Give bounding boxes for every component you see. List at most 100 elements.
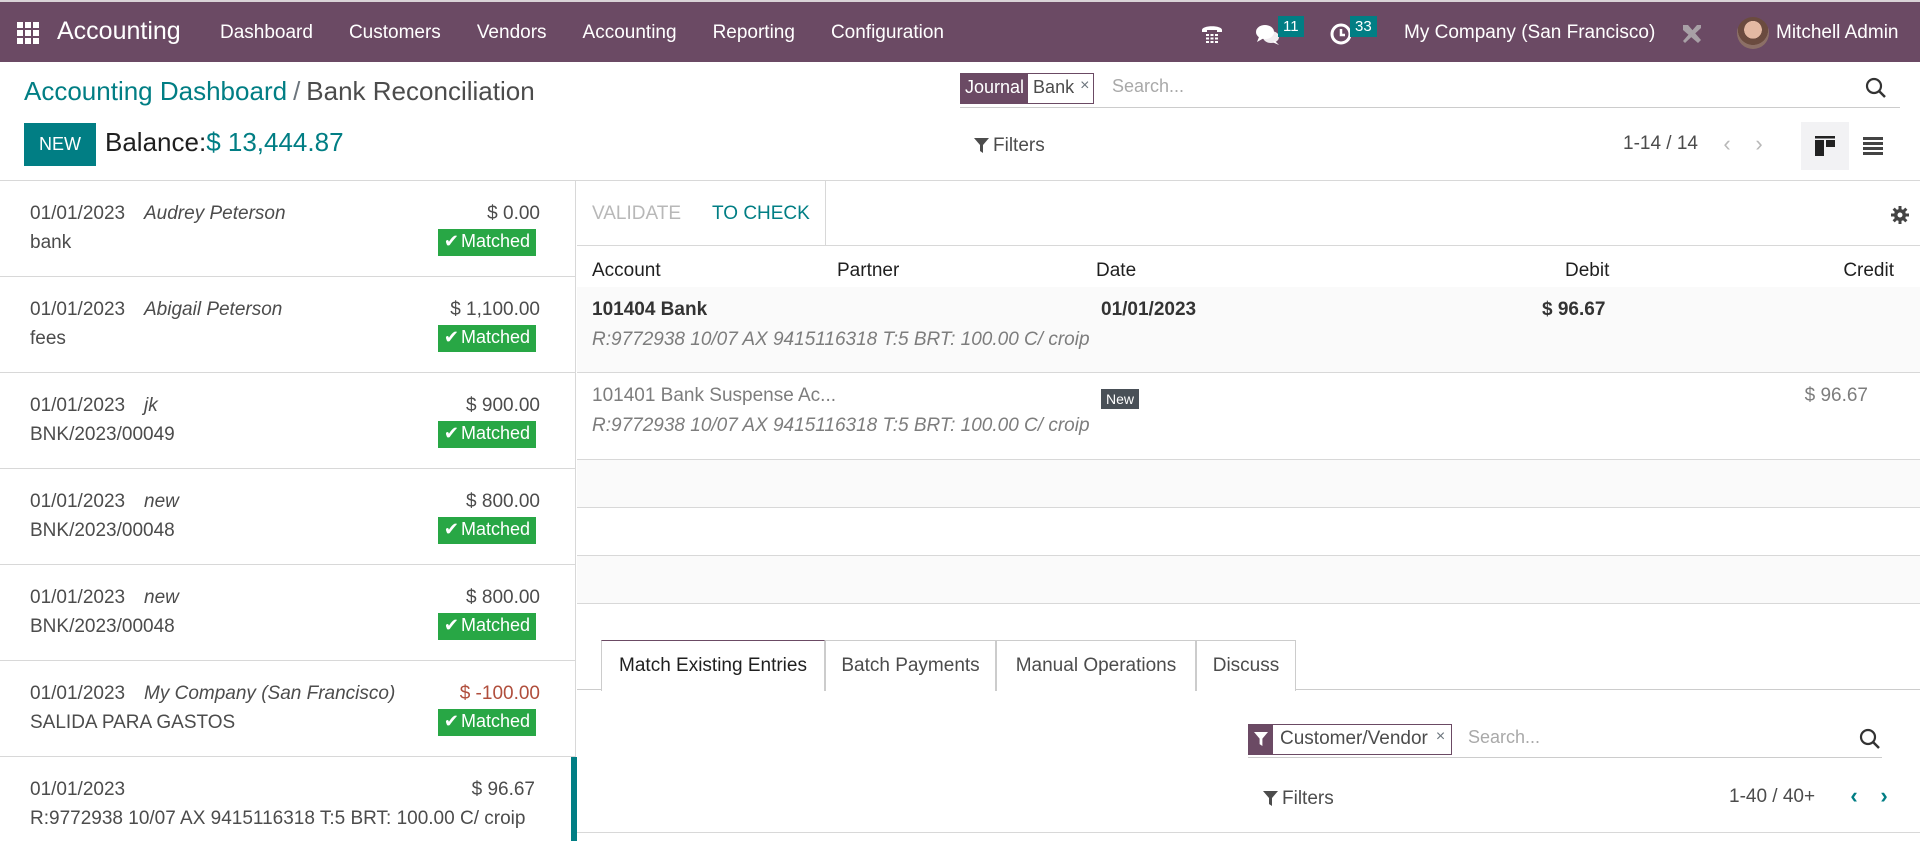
matched-label: Matched <box>460 423 530 443</box>
statement-line[interactable]: 01/01/2023 Abigail Peterson fees $ 1,100… <box>0 277 576 373</box>
line-date: 01/01/2023 <box>1101 299 1197 320</box>
gear-icon[interactable] <box>1890 205 1910 225</box>
to-check-button[interactable]: TO CHECK <box>712 203 810 225</box>
tab-discuss[interactable]: Discuss <box>1196 640 1296 691</box>
match-search-input[interactable] <box>1468 727 1848 748</box>
company-switcher[interactable]: My Company (San Francisco) <box>1404 22 1655 44</box>
action-bar: VALIDATE TO CHECK <box>577 181 1920 246</box>
matched-badge: ✔ Matched <box>437 229 536 256</box>
apps-grid-icon[interactable] <box>17 22 39 44</box>
search-facet-journal: Journal Bank × <box>960 73 1095 104</box>
statement-partner: new <box>144 491 179 512</box>
search-icon[interactable] <box>1864 76 1888 100</box>
statement-amount: $ 800.00 <box>466 491 540 512</box>
statement-amount: $ 96.67 <box>471 779 535 800</box>
menu-customers[interactable]: Customers <box>349 22 441 44</box>
validate-button[interactable]: VALIDATE <box>592 203 681 225</box>
matched-label: Matched <box>460 615 530 635</box>
new-button[interactable]: NEW <box>24 123 96 166</box>
balance-label: Balance: <box>105 127 207 157</box>
journal-line[interactable]: 101401 Bank Suspense Ac... R:9772938 10/… <box>577 373 1920 460</box>
facet-remove-icon[interactable]: × <box>1436 728 1445 754</box>
match-filters-button[interactable]: Filters <box>1263 788 1334 810</box>
match-pager-value[interactable]: 1-40 / 40+ <box>1729 786 1815 808</box>
column-account: Account <box>592 260 661 281</box>
statement-date: 01/01/2023 <box>30 587 126 608</box>
statement-amount: $ 800.00 <box>466 587 540 608</box>
search-facet-customer-vendor: Customer/Vendor × <box>1248 724 1453 755</box>
phone-icon[interactable] <box>1200 22 1224 46</box>
statement-line[interactable]: 01/01/2023 Audrey Peterson bank $ 0.00 ✔… <box>0 181 576 277</box>
empty-row <box>577 508 1920 556</box>
match-pager-next-button[interactable]: › <box>1873 782 1895 810</box>
matched-badge: ✔ Matched <box>437 517 536 544</box>
empty-row <box>577 556 1920 604</box>
line-debit: $ 96.67 <box>1542 299 1606 320</box>
filter-facet-icon <box>1249 725 1273 754</box>
matched-badge: ✔ Matched <box>437 613 536 640</box>
tab-match-existing-entries[interactable]: Match Existing Entries <box>601 640 825 691</box>
statement-line-list: 01/01/2023 Audrey Peterson bank $ 0.00 ✔… <box>0 181 577 841</box>
statement-line-selected[interactable]: 01/01/2023 R:9772938 10/07 AX 9415116318… <box>0 757 577 841</box>
menu-dashboard[interactable]: Dashboard <box>220 22 313 44</box>
pager-next-button[interactable]: › <box>1748 130 1770 158</box>
menu-configuration[interactable]: Configuration <box>831 22 944 44</box>
matched-badge: ✔ Matched <box>437 325 536 352</box>
kanban-view-button[interactable] <box>1801 122 1849 170</box>
reconciliation-detail: VALIDATE TO CHECK Account Partner Date D… <box>577 181 1920 841</box>
statement-date: 01/01/2023 <box>30 395 126 416</box>
check-icon: ✔ <box>443 423 459 443</box>
user-menu[interactable]: Mitchell Admin <box>1776 22 1899 44</box>
statement-date: 01/01/2023 <box>30 203 126 224</box>
match-pager-previous-button[interactable]: ‹ <box>1843 782 1865 810</box>
statement-reference: bank <box>30 232 72 253</box>
pager-previous-button[interactable]: ‹ <box>1716 130 1738 158</box>
statement-amount: $ 0.00 <box>487 203 540 224</box>
statement-amount: $ -100.00 <box>459 683 540 704</box>
balance-display: Balance:$ 13,444.87 <box>105 127 344 158</box>
pager-value[interactable]: 1-14 / 14 <box>1623 133 1698 155</box>
check-icon: ✔ <box>443 519 459 539</box>
kanban-view-icon <box>1815 136 1835 156</box>
list-view-button[interactable] <box>1849 122 1897 170</box>
filter-icon <box>974 138 989 153</box>
match-search-bar: Customer/Vendor × <box>1248 724 1882 758</box>
filter-icon <box>1263 791 1278 806</box>
menu-accounting[interactable]: Accounting <box>583 22 677 44</box>
facet-label: Journal <box>961 74 1029 103</box>
check-icon: ✔ <box>443 231 459 251</box>
breadcrumb-accounting-dashboard[interactable]: Accounting Dashboard <box>24 76 287 106</box>
menu-vendors[interactable]: Vendors <box>477 22 547 44</box>
statement-line[interactable]: 01/01/2023 jk BNK/2023/00049 $ 900.00 ✔ M… <box>0 373 576 469</box>
statement-date: 01/01/2023 <box>30 683 126 704</box>
avatar[interactable] <box>1737 17 1769 49</box>
search-input[interactable] <box>1112 76 1812 97</box>
statement-reference: BNK/2023/00049 <box>30 424 175 445</box>
menu-reporting[interactable]: Reporting <box>713 22 795 44</box>
statement-line[interactable]: 01/01/2023 My Company (San Francisco) SA… <box>0 661 576 757</box>
statement-date: 01/01/2023 <box>30 299 126 320</box>
search-icon[interactable] <box>1858 727 1882 751</box>
breadcrumb-separator: / <box>293 76 301 106</box>
clock-icon[interactable] <box>1330 23 1352 45</box>
statement-date: 01/01/2023 <box>30 779 126 800</box>
statement-line[interactable]: 01/01/2023 new BNK/2023/00048 $ 800.00 ✔… <box>0 469 576 565</box>
line-account: 101404 Bank <box>592 299 708 320</box>
statement-reference: fees <box>30 328 66 349</box>
filters-label: Filters <box>993 135 1045 156</box>
matched-badge: ✔ Matched <box>437 421 536 448</box>
journal-line[interactable]: 101404 Bank R:9772938 10/07 AX 941511631… <box>577 287 1920 373</box>
facet-value: Bank × <box>1028 74 1094 103</box>
tools-icon[interactable] <box>1680 22 1704 46</box>
statement-amount: $ 1,100.00 <box>450 299 540 320</box>
facet-remove-icon[interactable]: × <box>1080 77 1089 103</box>
matched-label: Matched <box>460 231 530 251</box>
statement-line[interactable]: 01/01/2023 new BNK/2023/00048 $ 800.00 ✔… <box>0 565 576 661</box>
app-name[interactable]: Accounting <box>57 17 181 46</box>
tab-batch-payments[interactable]: Batch Payments <box>825 640 996 691</box>
filters-button[interactable]: Filters <box>974 135 1045 157</box>
match-divider <box>577 832 1920 833</box>
tab-manual-operations[interactable]: Manual Operations <box>996 640 1196 691</box>
statement-reference: BNK/2023/00048 <box>30 616 175 637</box>
line-label: R:9772938 10/07 AX 9415116318 T:5 BRT: 1… <box>592 415 1090 436</box>
